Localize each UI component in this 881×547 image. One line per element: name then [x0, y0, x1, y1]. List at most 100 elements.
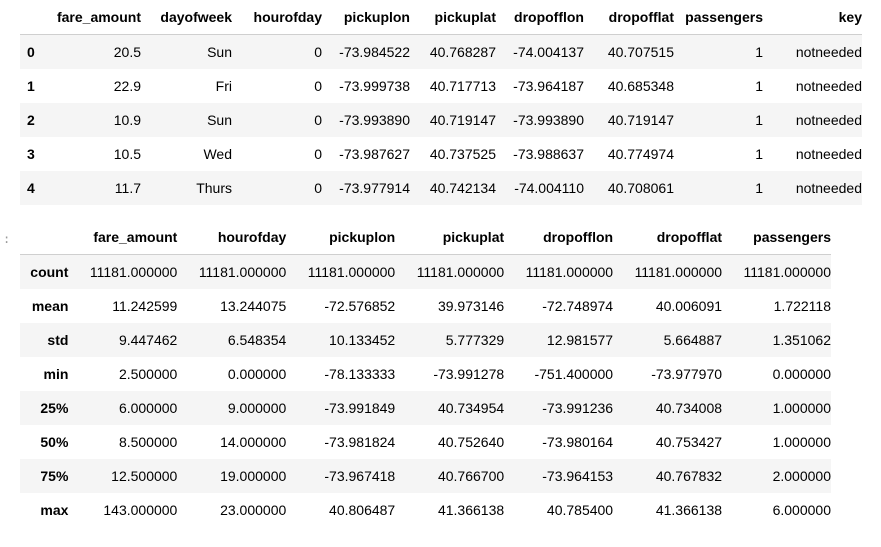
table-cell: 40.766700 [437, 468, 505, 484]
table-cell: -73.991236 [542, 400, 614, 416]
table-cell: 40.719147 [429, 112, 496, 128]
column-header: key [838, 9, 862, 25]
table-cell: 41.366138 [655, 502, 723, 518]
column-header: passengers [753, 229, 831, 245]
column-header: dropofflon [543, 229, 614, 245]
table-cell: 10.5 [113, 146, 141, 162]
table-cell: -73.964187 [513, 78, 584, 94]
table-cell: -74.004137 [513, 44, 584, 60]
column-header: pickuplon [329, 229, 396, 245]
table-cell: -73.993890 [339, 112, 410, 128]
table-cell: 12.981577 [546, 332, 614, 348]
table-cell: 12.500000 [111, 468, 178, 484]
table-cell: 10.9 [113, 112, 141, 128]
table-cell: notneeded [795, 180, 862, 196]
table-cell: 10.133452 [329, 332, 396, 348]
table-cell: -73.977914 [339, 180, 410, 196]
column-header: hourofday [217, 229, 287, 245]
table-cell: 11181.000000 [89, 264, 178, 280]
column-header: pickuplat [434, 9, 496, 25]
table-cell: notneeded [795, 78, 862, 94]
table-cell: 11.7 [114, 180, 141, 196]
table-cell: 14.000000 [220, 434, 287, 450]
table-row: std 9.447462 6.548354 10.133452 5.777329 12.9… [20, 323, 831, 357]
table-cell: 1 [755, 146, 763, 162]
table-row: min 2.500000 0.000000 -78.133333 -73.991278 -… [20, 357, 831, 391]
table-cell: 41.366138 [437, 502, 505, 518]
table-cell: 11181.000000 [743, 264, 831, 280]
table-cell: 11181.000000 [416, 264, 505, 280]
column-header: dropofflon [514, 9, 584, 25]
table-cell: 11181.000000 [198, 264, 287, 280]
row-index: 0 [27, 44, 35, 60]
table-row: 1 22.9 Fri 0 -73.999738 40.717713 -73.964187 40… [20, 69, 862, 103]
table-cell: 2.000000 [772, 468, 831, 484]
table-cell: notneeded [795, 44, 862, 60]
dataframe-head-table: fare_amount dayofweek hourofday pickuplon pi… [20, 1, 862, 205]
table-cell: 40.717713 [429, 78, 496, 94]
table-cell: 19.000000 [220, 468, 287, 484]
table-cell: -74.004110 [514, 180, 584, 196]
table-cell: 0 [314, 44, 322, 60]
table-cell: 40.708061 [607, 180, 674, 196]
table-cell: 40.006091 [655, 298, 723, 314]
table-cell: Thurs [196, 180, 232, 196]
table-cell: 1.351062 [772, 332, 831, 348]
table-cell: 0 [314, 78, 322, 94]
table-cell: 1.000000 [772, 400, 831, 416]
table-cell: 40.734954 [437, 400, 505, 416]
table-cell: -72.748974 [542, 298, 614, 314]
table-cell: 0.000000 [772, 366, 831, 382]
table-cell: 9.447462 [118, 332, 178, 348]
table-header-row: fare_amount hourofday pickuplon pickuplat dr… [20, 221, 831, 255]
row-index: count [30, 264, 69, 280]
table-row: 75% 12.500000 19.000000 -73.967418 40.766700… [20, 459, 831, 493]
row-index: max [40, 502, 69, 518]
column-header: hourofday [253, 9, 322, 25]
row-index: 2 [27, 112, 35, 128]
index-header [20, 1, 50, 35]
index-header [20, 221, 68, 255]
table-cell: -78.133333 [324, 366, 396, 382]
table-row: 50% 8.500000 14.000000 -73.981824 40.752640 -… [20, 425, 831, 459]
row-index: 50% [40, 434, 69, 450]
row-index: 1 [27, 78, 35, 94]
table-row: 3 10.5 Wed 0 -73.987627 40.737525 -73.988637 40… [20, 137, 862, 171]
table-row: 25% 6.000000 9.000000 -73.991849 40.734954 -7… [20, 391, 831, 425]
table-cell: 9.000000 [227, 400, 287, 416]
table-cell: -73.999738 [339, 78, 410, 94]
table-cell: -751.400000 [534, 366, 614, 382]
row-index: mean [31, 298, 69, 314]
table-cell: 40.752640 [437, 434, 505, 450]
table-cell: -72.576852 [324, 298, 396, 314]
table-cell: 40.737525 [429, 146, 496, 162]
column-header: fare_amount [56, 9, 141, 25]
column-header: pickuplat [442, 229, 505, 245]
table-row: 2 10.9 Sun 0 -73.993890 40.719147 -73.993890 40… [20, 103, 862, 137]
table-cell: Wed [203, 146, 232, 162]
table-cell: 20.5 [113, 44, 141, 60]
table-cell: 6.000000 [772, 502, 831, 518]
table-cell: 6.000000 [118, 400, 178, 416]
table-cell: -73.991849 [324, 400, 396, 416]
table-cell: -73.980164 [542, 434, 614, 450]
table-cell: 40.768287 [429, 44, 496, 60]
table-cell: 6.548354 [227, 332, 287, 348]
table-cell: 40.806487 [329, 502, 396, 518]
table-cell: notneeded [795, 112, 862, 128]
column-header: fare_amount [93, 229, 178, 245]
row-index: 3 [27, 146, 35, 162]
table-cell: 143.000000 [103, 502, 178, 518]
table-cell: 40.785400 [546, 502, 614, 518]
table-cell: 40.753427 [655, 434, 723, 450]
table-row: 4 11.7 Thurs 0 -73.977914 40.742134 -74.004110… [20, 171, 862, 205]
output-prompt-marker: : [3, 232, 11, 246]
table-cell: 11181.000000 [634, 264, 723, 280]
row-index: min [43, 366, 69, 382]
row-index: std [47, 332, 69, 348]
column-header: dropofflat [656, 229, 723, 245]
table-cell: 1.000000 [772, 434, 831, 450]
table-cell: 40.774974 [607, 146, 674, 162]
table-cell: Sun [207, 112, 232, 128]
table-row: 0 20.5 Sun 0 -73.984522 40.768287 -74.004137 40… [20, 34, 862, 69]
